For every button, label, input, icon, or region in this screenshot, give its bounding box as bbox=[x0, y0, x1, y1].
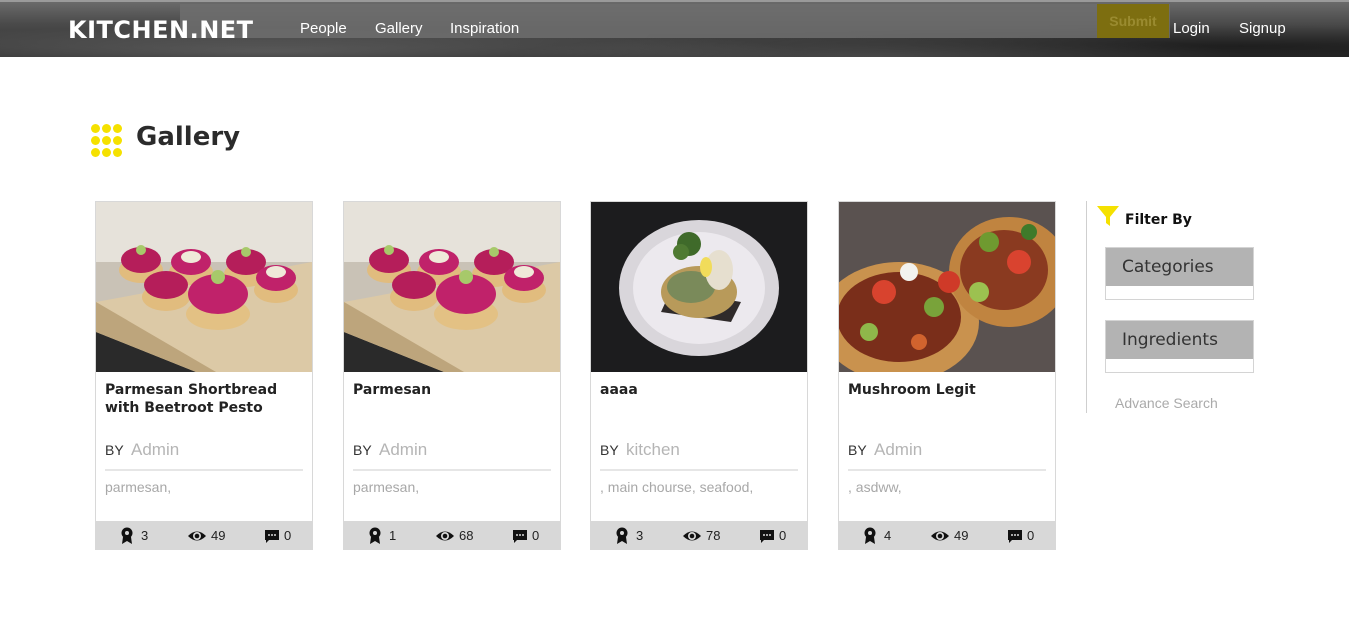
author-link[interactable]: kitchen bbox=[626, 440, 680, 460]
login-link[interactable]: Login bbox=[1173, 20, 1210, 37]
top-navbar: KITCHEN.NET People Gallery Inspiration S… bbox=[0, 0, 1349, 57]
comment-icon bbox=[513, 530, 527, 543]
views-count: 78 bbox=[706, 528, 721, 543]
card-stats-bar: 3 49 0 bbox=[96, 521, 312, 549]
author-link[interactable]: Admin bbox=[379, 440, 427, 460]
author-link[interactable]: Admin bbox=[131, 440, 179, 460]
comments-count: 0 bbox=[779, 528, 787, 543]
sidebar-divider bbox=[1086, 201, 1087, 413]
comments-count: 0 bbox=[1027, 528, 1035, 543]
by-label: BY bbox=[600, 442, 619, 458]
divider bbox=[353, 469, 551, 471]
recipe-image[interactable] bbox=[96, 202, 312, 372]
eye-icon bbox=[683, 531, 701, 541]
eye-icon bbox=[931, 531, 949, 541]
card-stats-bar: 4 49 0 bbox=[839, 521, 1055, 549]
signup-link[interactable]: Signup bbox=[1239, 20, 1286, 37]
author-link[interactable]: Admin bbox=[874, 440, 922, 460]
ingredients-header[interactable]: Ingredients bbox=[1106, 321, 1253, 359]
views-count: 49 bbox=[211, 528, 226, 543]
grid-dots-icon bbox=[91, 124, 123, 158]
recipe-card[interactable]: aaaa BY kitchen , main chourse, seafood,… bbox=[590, 201, 808, 550]
awards-count: 1 bbox=[389, 528, 397, 543]
nav-gallery[interactable]: Gallery bbox=[375, 20, 423, 37]
site-logo[interactable]: KITCHEN.NET bbox=[68, 16, 254, 44]
eye-icon bbox=[188, 531, 206, 541]
advance-search-link[interactable]: Advance Search bbox=[1115, 395, 1218, 411]
views-count: 68 bbox=[459, 528, 474, 543]
categories-header[interactable]: Categories bbox=[1106, 248, 1253, 286]
nav-people[interactable]: People bbox=[300, 20, 347, 37]
recipe-tags: , main chourse, seafood, bbox=[600, 479, 754, 495]
recipe-title[interactable]: aaaa bbox=[600, 381, 800, 399]
recipe-tags: parmesan, bbox=[353, 479, 420, 495]
ingredients-filter[interactable]: Ingredients bbox=[1105, 320, 1254, 373]
page-title: Gallery bbox=[136, 122, 241, 152]
ingredients-label: Ingredients bbox=[1122, 330, 1218, 350]
categories-label: Categories bbox=[1122, 257, 1214, 277]
categories-filter[interactable]: Categories bbox=[1105, 247, 1254, 300]
card-stats-bar: 3 78 0 bbox=[591, 521, 807, 549]
awards-count: 3 bbox=[636, 528, 644, 543]
recipe-tags: parmesan, bbox=[105, 479, 172, 495]
award-ribbon-icon bbox=[616, 527, 628, 544]
comment-icon bbox=[265, 530, 279, 543]
awards-count: 4 bbox=[884, 528, 892, 543]
comment-icon bbox=[760, 530, 774, 543]
recipe-image[interactable] bbox=[591, 202, 807, 372]
divider bbox=[848, 469, 1046, 471]
recipe-title[interactable]: Parmesan bbox=[353, 381, 553, 399]
search-submit-button[interactable]: Submit bbox=[1097, 4, 1169, 38]
divider bbox=[600, 469, 798, 471]
comment-icon bbox=[1008, 530, 1022, 543]
comments-count: 0 bbox=[284, 528, 292, 543]
recipe-title[interactable]: Mushroom Legit bbox=[848, 381, 1048, 399]
eye-icon bbox=[436, 531, 454, 541]
recipe-card[interactable]: Parmesan Shortbread with Beetroot Pesto … bbox=[95, 201, 313, 550]
by-label: BY bbox=[353, 442, 372, 458]
award-ribbon-icon bbox=[864, 527, 876, 544]
recipe-tags: , asdww, bbox=[848, 479, 902, 495]
divider bbox=[105, 469, 303, 471]
nav-inspiration[interactable]: Inspiration bbox=[450, 20, 519, 37]
recipe-card[interactable]: Parmesan BY Admin parmesan, 1 68 0 bbox=[343, 201, 561, 550]
award-ribbon-icon bbox=[369, 527, 381, 544]
views-count: 49 bbox=[954, 528, 969, 543]
recipe-card[interactable]: Mushroom Legit BY Admin , asdww, 4 49 0 bbox=[838, 201, 1056, 550]
recipe-image[interactable] bbox=[839, 202, 1055, 372]
comments-count: 0 bbox=[532, 528, 540, 543]
filter-by-label: Filter By bbox=[1125, 212, 1192, 228]
card-stats-bar: 1 68 0 bbox=[344, 521, 560, 549]
awards-count: 3 bbox=[141, 528, 149, 543]
by-label: BY bbox=[848, 442, 867, 458]
filter-funnel-icon bbox=[1097, 206, 1119, 226]
award-ribbon-icon bbox=[121, 527, 133, 544]
recipe-image[interactable] bbox=[344, 202, 560, 372]
by-label: BY bbox=[105, 442, 124, 458]
recipe-title[interactable]: Parmesan Shortbread with Beetroot Pesto bbox=[105, 381, 305, 417]
